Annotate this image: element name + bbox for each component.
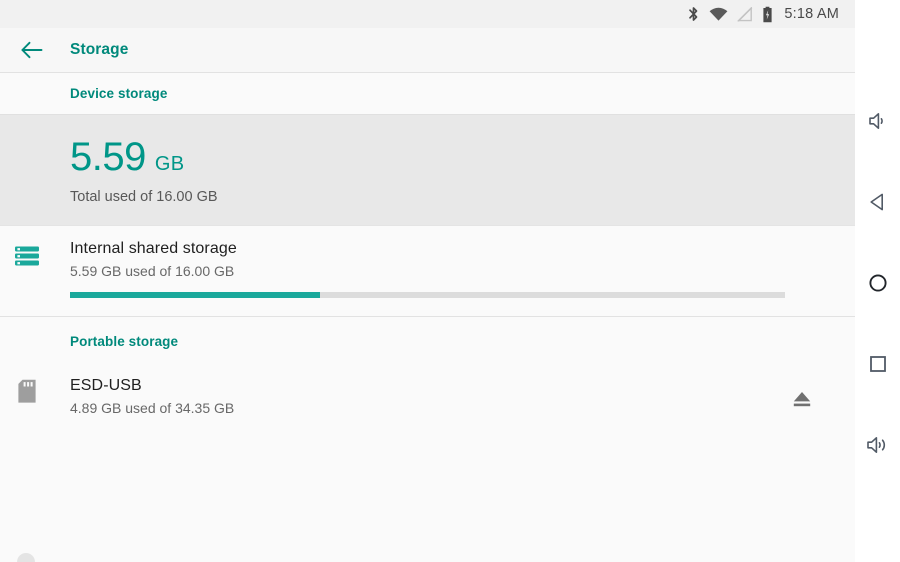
- sd-card-icon: [13, 377, 41, 405]
- wifi-icon: [709, 7, 728, 22]
- bottom-partial-icon: [14, 550, 38, 562]
- internal-storage-progress-track: [70, 292, 785, 298]
- internal-storage-subtitle: 5.59 GB used of 16.00 GB: [70, 263, 235, 279]
- back-icon[interactable]: [855, 182, 900, 222]
- home-icon[interactable]: [855, 263, 900, 303]
- summary-unit: GB: [154, 153, 185, 175]
- internal-storage-row[interactable]: Internal shared storage 5.59 GB used of …: [0, 226, 855, 317]
- eject-icon[interactable]: [787, 384, 817, 414]
- volume-down-icon[interactable]: [855, 101, 900, 141]
- portable-storage-section-header: Portable storage: [0, 317, 855, 361]
- recents-icon[interactable]: [855, 344, 900, 384]
- device-viewport: 5:18 AM Storage Device storage 5.59 GB T: [0, 0, 855, 562]
- internal-storage-progress-fill: [70, 292, 320, 298]
- content-area: Device storage 5.59 GB Total used of 16.…: [0, 73, 855, 562]
- internal-storage-title: Internal shared storage: [70, 240, 237, 257]
- status-bar-clock: 5:18 AM: [784, 6, 839, 22]
- navigation-bar: [855, 0, 900, 562]
- portable-storage-row[interactable]: ESD-USB 4.89 GB used of 34.35 GB: [0, 361, 855, 436]
- volume-up-icon[interactable]: [855, 425, 900, 465]
- internal-storage-icon: [13, 242, 41, 270]
- app-bar: Storage: [0, 28, 855, 73]
- signal-off-icon: [737, 6, 753, 22]
- portable-storage-title: ESD-USB: [70, 377, 142, 394]
- bluetooth-icon: [687, 6, 700, 23]
- internal-storage-body: Internal shared storage 5.59 GB used of …: [0, 240, 855, 298]
- summary-subtitle: Total used of 16.00 GB: [70, 189, 218, 205]
- summary-amount: 5.59 GB: [70, 137, 855, 177]
- storage-settings-screen: 5:18 AM Storage Device storage 5.59 GB T: [0, 0, 900, 562]
- device-storage-summary: 5.59 GB Total used of 16.00 GB: [0, 114, 855, 226]
- device-storage-section-header: Device storage: [0, 73, 855, 114]
- back-arrow-icon[interactable]: [17, 35, 47, 65]
- battery-charging-icon: [762, 6, 773, 23]
- status-bar: 5:18 AM: [0, 0, 855, 28]
- page-title: Storage: [70, 41, 129, 58]
- portable-storage-body: ESD-USB 4.89 GB used of 34.35 GB: [0, 377, 855, 416]
- summary-value: 5.59: [70, 135, 146, 179]
- portable-storage-subtitle: 4.89 GB used of 34.35 GB: [70, 400, 235, 416]
